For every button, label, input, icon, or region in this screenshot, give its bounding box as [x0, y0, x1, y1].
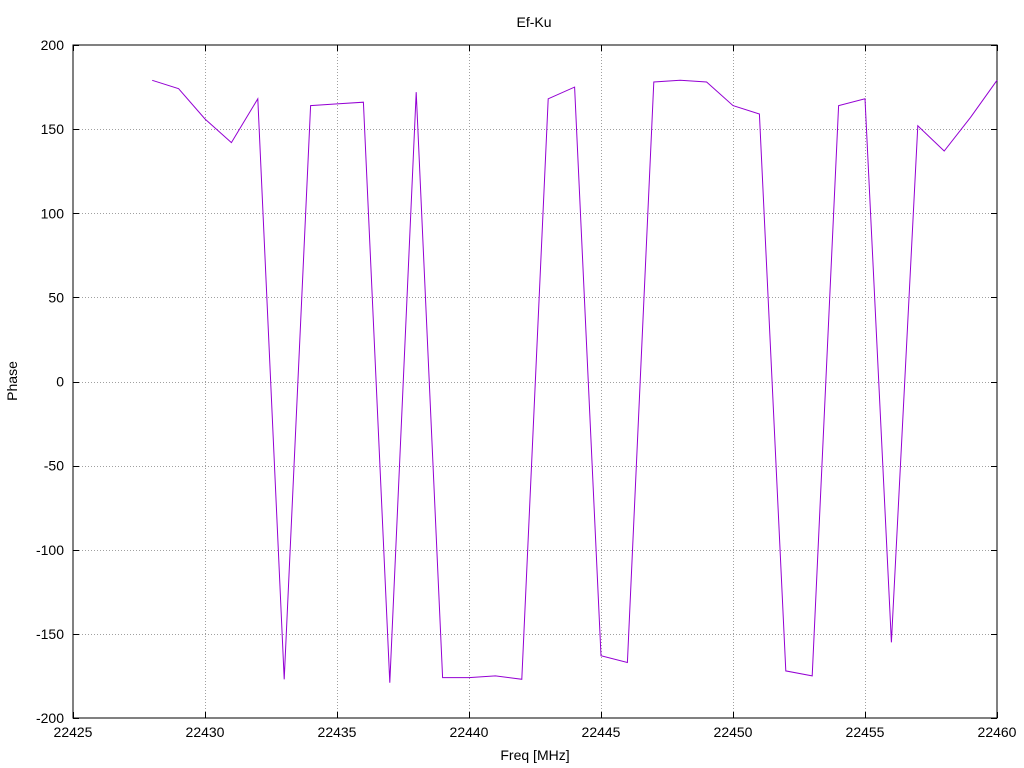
y-tick-label: -150	[36, 626, 64, 642]
y-tick-label: -200	[36, 710, 64, 726]
data-point	[574, 87, 575, 88]
data-point	[495, 675, 496, 676]
data-point	[812, 675, 813, 676]
series-line	[152, 79, 998, 683]
data-point	[838, 105, 839, 106]
y-tick-label: 100	[41, 205, 65, 221]
data-point	[284, 679, 285, 680]
data-point	[548, 98, 549, 99]
x-tick-label: 22455	[846, 724, 885, 740]
x-tick-label: 22445	[582, 724, 621, 740]
data-point	[970, 117, 971, 118]
data-point	[891, 642, 892, 643]
x-axis-tick-labels: 22425 22430 22435 22440 22445 22450 22455 22460	[54, 724, 1017, 740]
data-point	[732, 105, 733, 106]
x-tick-label: 22430	[186, 724, 225, 740]
data-point	[468, 677, 469, 678]
data-point	[336, 103, 337, 104]
x-axis-label: Freq [MHz]	[500, 747, 569, 763]
y-tick-label: -100	[36, 542, 64, 558]
x-tick-label: 22425	[54, 724, 93, 740]
data-point	[231, 142, 232, 143]
data-point	[680, 80, 681, 81]
phase-chart: Ef-Ku 22425 22430 22435 22440 22445 22450 2245…	[4, 14, 1017, 763]
data-point	[442, 677, 443, 678]
x-tick-label: 22440	[450, 724, 489, 740]
data-point	[363, 102, 364, 103]
data-point	[521, 679, 522, 680]
series-layer	[152, 79, 998, 683]
data-point	[627, 662, 628, 663]
data-point	[416, 92, 417, 93]
data-point	[204, 118, 205, 119]
y-tick-label: 50	[48, 289, 64, 305]
data-point	[178, 88, 179, 89]
data-point	[257, 98, 258, 99]
data-point	[785, 670, 786, 671]
y-axis-label: Phase	[4, 361, 20, 401]
data-point	[864, 98, 865, 99]
y-axis-tick-labels: -200 -150 -100 -50 0 50 100 150 200	[36, 37, 64, 726]
data-point	[600, 655, 601, 656]
data-point	[759, 113, 760, 114]
data-point	[917, 125, 918, 126]
x-tick-label: 22450	[714, 724, 753, 740]
data-point	[944, 150, 945, 151]
data-point	[389, 682, 390, 683]
data-point	[310, 105, 311, 106]
data-point	[706, 81, 707, 82]
x-tick-label: 22435	[318, 724, 357, 740]
y-tick-label: -50	[44, 458, 64, 474]
data-point	[152, 80, 153, 81]
y-tick-label: 0	[56, 374, 64, 390]
y-tick-label: 200	[41, 37, 65, 53]
x-tick-label: 22460	[978, 724, 1017, 740]
y-tick-label: 150	[41, 121, 65, 137]
chart-title: Ef-Ku	[516, 14, 551, 30]
data-point	[653, 81, 654, 82]
data-point	[996, 80, 997, 81]
